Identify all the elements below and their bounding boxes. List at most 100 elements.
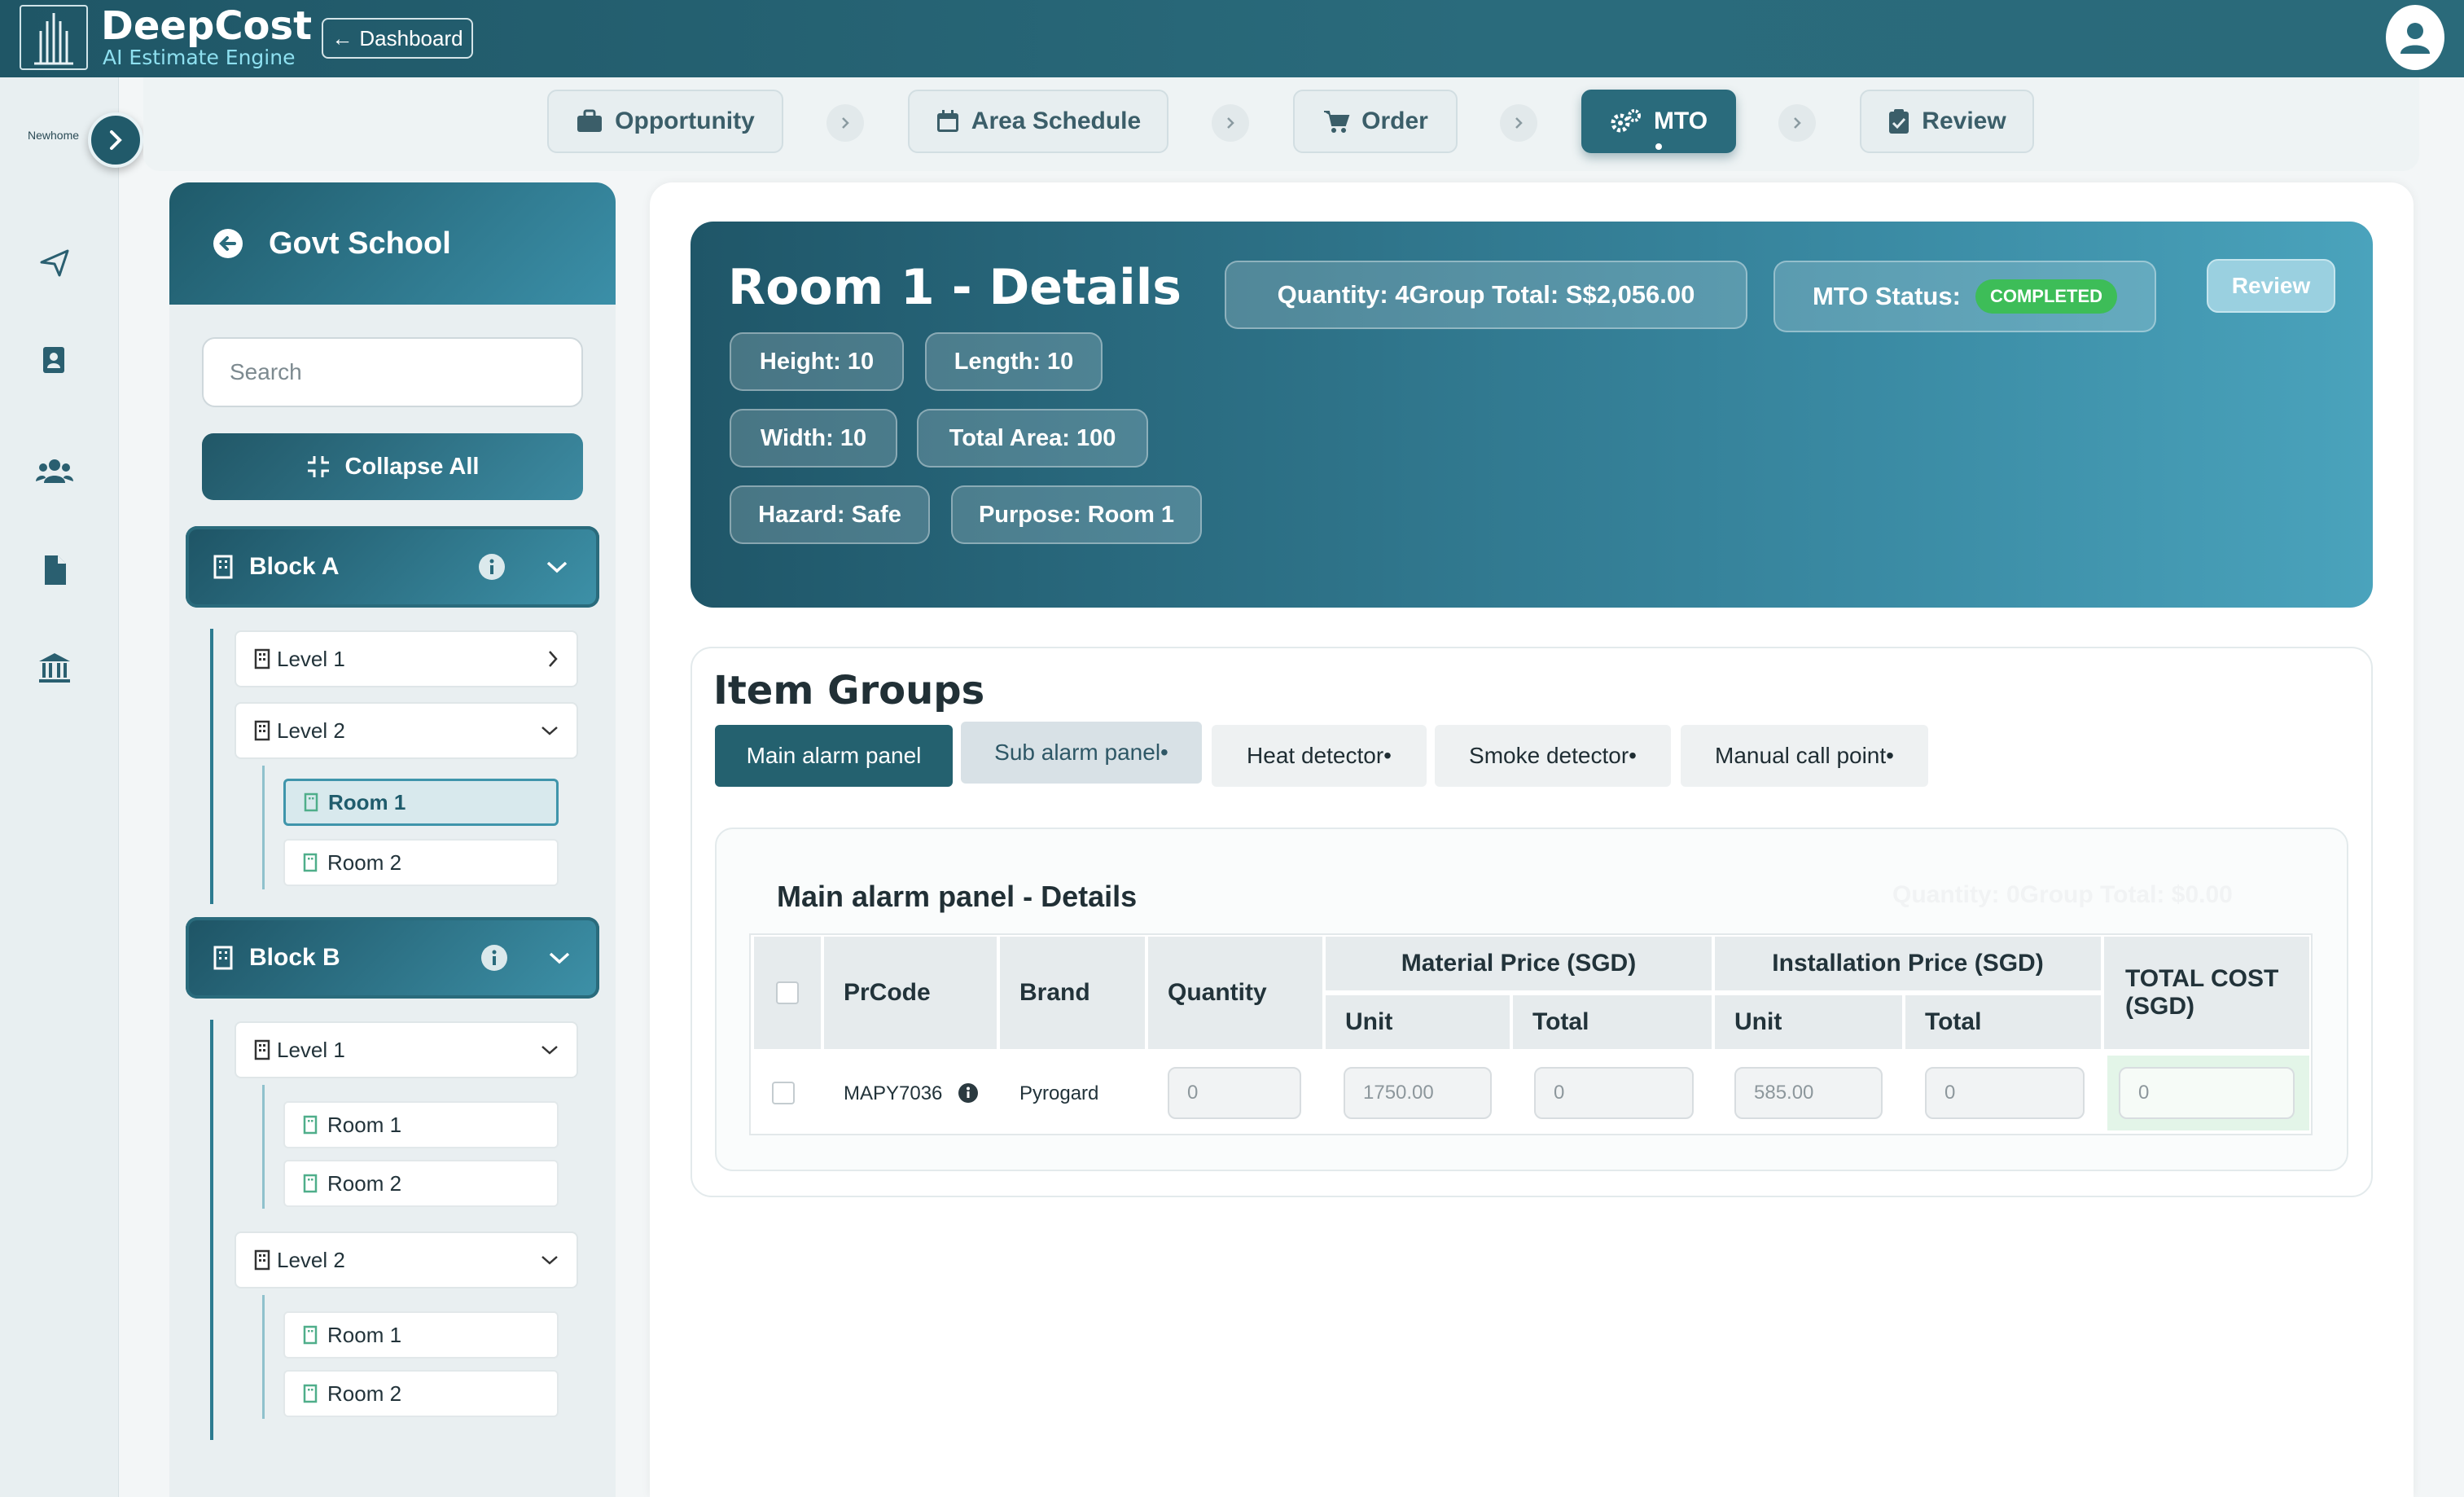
step-order[interactable]: Order xyxy=(1293,90,1458,153)
user-icon xyxy=(2400,23,2430,54)
room-label: Room 1 xyxy=(327,1322,402,1347)
room-label: Room 1 xyxy=(328,789,406,814)
tree-level-1[interactable]: Level 1 xyxy=(235,1021,578,1078)
room-icon xyxy=(303,1384,318,1403)
room-label: Room 1 xyxy=(327,1112,402,1137)
tree-search-input[interactable] xyxy=(202,337,583,407)
tree-header: Govt School xyxy=(169,182,616,305)
total-cost-input[interactable]: 0 xyxy=(2119,1067,2295,1119)
group-details-title: Main alarm panel - Details xyxy=(777,880,1138,913)
tree-level-2[interactable]: Level 2 xyxy=(235,1231,578,1288)
tab-heat-detector[interactable]: Heat detector• xyxy=(1212,725,1427,787)
chevron-down-icon[interactable] xyxy=(547,950,572,966)
step-review[interactable]: Review xyxy=(1860,90,2034,153)
tree-line xyxy=(210,629,213,904)
workflow-steps xyxy=(143,77,2419,171)
block-a[interactable]: Block A xyxy=(186,526,599,608)
height-pill: Height: 10 xyxy=(730,332,904,391)
tree-line xyxy=(262,1085,265,1209)
chevron-right-icon xyxy=(1212,104,1249,142)
info-icon[interactable] xyxy=(958,1082,979,1104)
step-label: MTO xyxy=(1653,108,1708,134)
gears-icon xyxy=(1611,109,1641,133)
step-area-schedule[interactable]: Area Schedule xyxy=(908,90,1168,153)
tab-main-alarm-panel[interactable]: Main alarm panel xyxy=(715,725,953,787)
tab-sub-alarm-panel[interactable]: Sub alarm panel• xyxy=(961,722,1202,784)
collapse-all-button[interactable]: Collapse All xyxy=(202,433,583,500)
bank-icon[interactable] xyxy=(33,646,77,690)
header-prcode: PrCode xyxy=(824,937,997,1049)
users-icon[interactable] xyxy=(33,448,77,492)
room-icon xyxy=(304,792,318,812)
header-quantity: Quantity xyxy=(1148,937,1322,1049)
header-installation-total: Total xyxy=(1905,995,2101,1049)
block-label: Block A xyxy=(249,553,340,580)
header-installation-price: Installation Price (SGD) xyxy=(1715,937,2101,990)
material-unit-input[interactable]: 1750.00 xyxy=(1344,1067,1492,1119)
installation-total-input[interactable]: 0 xyxy=(1925,1067,2085,1119)
tree-room-2[interactable]: Room 2 xyxy=(283,1160,559,1207)
chevron-down-icon[interactable] xyxy=(545,559,569,575)
tree-room-1[interactable]: Room 1 xyxy=(283,1311,559,1359)
info-icon[interactable] xyxy=(480,944,508,972)
block-b[interactable]: Block B xyxy=(186,917,599,999)
tree-room-2[interactable]: Room 2 xyxy=(283,1370,559,1417)
header-material-price: Material Price (SGD) xyxy=(1326,937,1712,990)
calendar-icon xyxy=(936,110,958,132)
level-label: Level 1 xyxy=(277,646,345,671)
review-button[interactable]: Review xyxy=(2207,259,2335,313)
active-step-dot xyxy=(1655,143,1662,150)
tree-room-1[interactable]: Room 1 xyxy=(283,779,559,826)
room-icon xyxy=(303,853,318,872)
header-total-cost: TOTAL COST (SGD) xyxy=(2104,937,2309,1049)
step-opportunity[interactable]: Opportunity xyxy=(547,90,783,153)
step-label: Opportunity xyxy=(615,108,755,134)
hazard-pill: Hazard: Safe xyxy=(730,485,930,544)
dashboard-button[interactable]: ← Dashboard xyxy=(322,18,473,59)
purpose-pill: Purpose: Room 1 xyxy=(951,485,1202,544)
tree-room-2[interactable]: Room 2 xyxy=(283,839,559,886)
table-header xyxy=(754,937,821,1049)
document-icon[interactable] xyxy=(33,548,77,592)
row-checkbox[interactable] xyxy=(772,1082,795,1104)
room-label: Room 2 xyxy=(327,1170,402,1196)
expand-sidebar-button[interactable] xyxy=(88,112,143,168)
cart-icon xyxy=(1324,111,1350,133)
tree-level-1[interactable]: Level 1 xyxy=(235,630,578,687)
send-icon[interactable] xyxy=(33,240,77,284)
clipboard-check-icon xyxy=(1889,109,1909,134)
chevron-down-icon xyxy=(541,1256,558,1265)
tree-level-2[interactable]: Level 2 xyxy=(235,702,578,759)
room-icon xyxy=(303,1115,318,1135)
app-logo-icon xyxy=(20,5,88,70)
step-label: Order xyxy=(1361,108,1428,134)
row-prcode: MAPY7036 xyxy=(844,1082,943,1104)
chevron-right-icon xyxy=(549,651,558,667)
collapse-all-label: Collapse All xyxy=(344,453,480,480)
tab-smoke-detector[interactable]: Smoke detector• xyxy=(1435,725,1671,787)
step-label: Review xyxy=(1922,108,2006,134)
block-label: Block B xyxy=(249,944,340,971)
group-summary: Quantity: 0Group Total: $0.00 xyxy=(1892,881,2233,908)
back-arrow-icon[interactable] xyxy=(212,227,244,260)
quantity-total-pill: Quantity: 4Group Total: S$2,056.00 xyxy=(1225,261,1747,329)
app-tagline: AI Estimate Engine xyxy=(103,46,296,69)
info-icon[interactable] xyxy=(478,553,506,581)
quantity-input[interactable]: 0 xyxy=(1168,1067,1301,1119)
row-brand: Pyrogard xyxy=(1019,1082,1099,1104)
width-pill: Width: 10 xyxy=(730,409,897,468)
building-icon xyxy=(213,555,233,579)
project-title: Govt School xyxy=(269,226,451,261)
chevron-right-icon xyxy=(110,130,122,150)
installation-unit-input[interactable]: 585.00 xyxy=(1734,1067,1883,1119)
chevron-down-icon xyxy=(541,1046,558,1055)
mto-status-pill: MTO Status: COMPLETED xyxy=(1773,261,2156,332)
tree-line xyxy=(262,766,265,889)
material-total-input[interactable]: 0 xyxy=(1534,1067,1694,1119)
room-title: Room 1 - Details xyxy=(728,259,1182,316)
select-all-checkbox[interactable] xyxy=(776,981,799,1004)
user-avatar[interactable] xyxy=(2386,5,2444,70)
contact-card-icon[interactable] xyxy=(33,338,77,382)
tab-manual-call-point[interactable]: Manual call point• xyxy=(1681,725,1928,787)
tree-room-1[interactable]: Room 1 xyxy=(283,1101,559,1148)
